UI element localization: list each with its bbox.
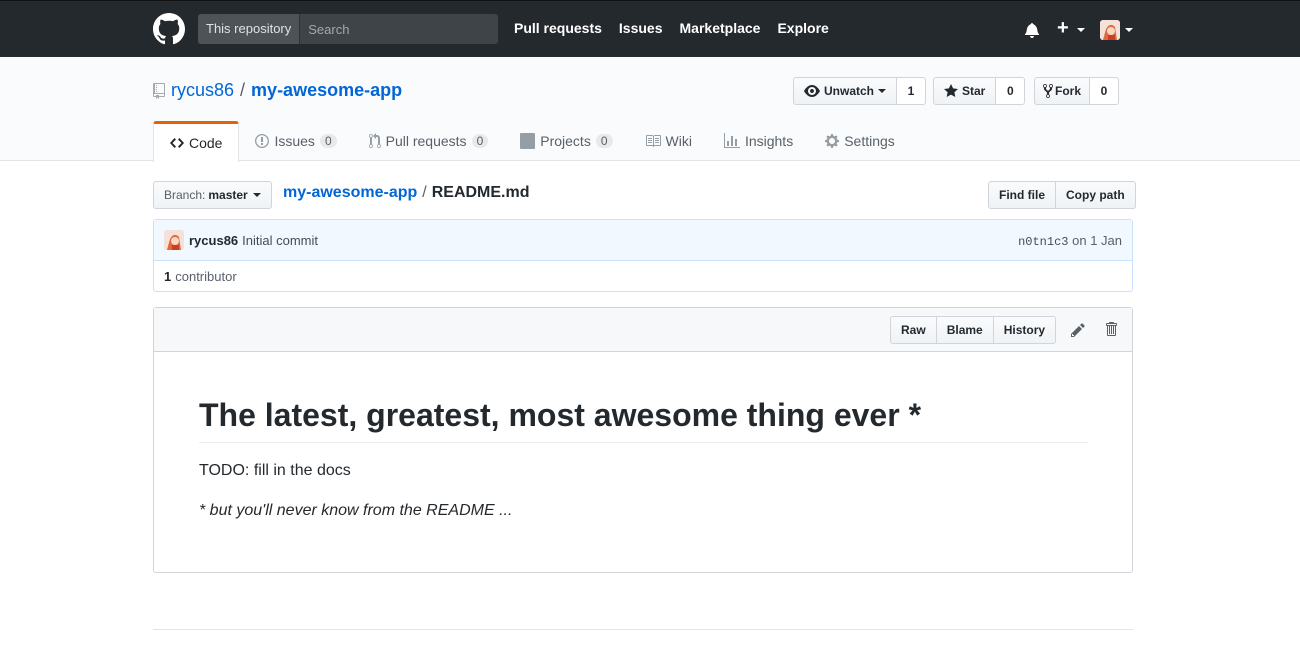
graph-icon	[723, 133, 740, 148]
tab-code[interactable]: Code	[153, 121, 240, 162]
commit-meta: n0tn1c3 on 1 Jan	[1018, 233, 1122, 249]
author-avatar[interactable]	[164, 230, 184, 250]
watchers-count[interactable]: 1	[897, 77, 927, 105]
path-separator: /	[240, 80, 246, 100]
tab-insights[interactable]: Insights	[708, 121, 809, 161]
projects-counter: 0	[595, 134, 613, 148]
code-icon	[170, 138, 184, 148]
commit-message-link[interactable]: Initial commit	[242, 233, 318, 248]
fork-icon	[1043, 83, 1053, 99]
forks-count[interactable]: 0	[1090, 77, 1120, 105]
tab-label: Projects	[540, 133, 591, 149]
fork-label: Fork	[1055, 84, 1082, 98]
branch-select-button[interactable]: Branch: master	[153, 181, 272, 209]
blame-button[interactable]: Blame	[936, 316, 994, 344]
avatar-image-icon	[1100, 20, 1120, 40]
search-scope-label[interactable]: This repository	[198, 14, 301, 44]
copy-path-button[interactable]: Copy path	[1056, 181, 1136, 209]
branch-name: master	[208, 188, 248, 202]
issue-icon	[255, 134, 270, 148]
breadcrumb: my-awesome-app / README.md	[283, 184, 530, 202]
repo-nav: Code Issues 0 Pull requests 0 Projects 0…	[153, 121, 911, 162]
raw-button[interactable]: Raw	[890, 316, 937, 344]
readme-heading: The latest, greatest, most awesome thing…	[199, 396, 1088, 443]
create-new-icon[interactable]: +	[1057, 18, 1069, 38]
nav-pull-requests[interactable]: Pull requests	[514, 20, 602, 36]
breadcrumb-filename: README.md	[431, 184, 530, 201]
global-header: This repository Pull requests Issues Mar…	[0, 0, 1300, 57]
trash-icon[interactable]	[1105, 321, 1117, 337]
nav-marketplace[interactable]: Marketplace	[680, 20, 761, 36]
bell-icon[interactable]	[1025, 22, 1039, 38]
find-file-button[interactable]: Find file	[988, 181, 1056, 209]
contributor-count: 1	[164, 269, 172, 284]
readme-footnote: * but you'll never know from the README …	[199, 502, 513, 519]
star-group: Star 0	[933, 77, 1026, 105]
issues-counter: 0	[319, 134, 337, 148]
footer-divider	[153, 629, 1133, 630]
fork-button[interactable]: Fork	[1034, 77, 1091, 105]
gear-icon	[825, 134, 840, 148]
file-nav-buttons: Find file Copy path	[988, 181, 1136, 209]
github-logo-icon[interactable]	[153, 13, 185, 45]
pull-requests-counter: 0	[471, 134, 489, 148]
commit-tease: rycus86 Initial commit n0tn1c3 on 1 Jan …	[153, 219, 1133, 292]
unwatch-button[interactable]: Unwatch	[793, 77, 898, 105]
tab-wiki[interactable]: Wiki	[629, 121, 708, 161]
commit-sha-link[interactable]: n0tn1c3	[1018, 235, 1068, 249]
chevron-down-icon	[878, 89, 887, 93]
file-header: Raw Blame History	[154, 308, 1132, 352]
repo-header: rycus86 / my-awesome-app Unwatch 1 Star …	[0, 57, 1300, 162]
eye-icon	[804, 85, 820, 97]
file-actions: Raw Blame History	[890, 316, 1057, 344]
file-viewer: Raw Blame History The latest, greatest, …	[153, 307, 1133, 573]
repo-icon	[153, 82, 165, 99]
latest-commit: rycus86 Initial commit n0tn1c3 on 1 Jan	[154, 220, 1132, 261]
search-input[interactable]	[300, 14, 498, 44]
tab-label: Insights	[744, 133, 794, 149]
tab-label: Issues	[274, 133, 315, 149]
repo-owner-link[interactable]: rycus86	[171, 80, 234, 101]
book-icon	[645, 135, 661, 147]
readme-body: TODO: fill in the docs	[199, 462, 351, 479]
history-button[interactable]: History	[993, 316, 1057, 344]
header-nav: Pull requests Issues Marketplace Explore	[514, 20, 829, 36]
chevron-down-icon	[252, 193, 261, 197]
repo-name-link[interactable]: my-awesome-app	[251, 80, 402, 101]
readme-content: The latest, greatest, most awesome thing…	[199, 396, 1088, 523]
stargazers-count[interactable]: 0	[996, 77, 1026, 105]
nav-issues[interactable]: Issues	[619, 20, 663, 36]
tab-issues[interactable]: Issues 0	[239, 121, 352, 161]
breadcrumb-separator: /	[422, 184, 427, 201]
tab-pull-requests[interactable]: Pull requests 0	[353, 121, 505, 161]
fork-group: Fork 0	[1034, 77, 1120, 105]
repo-title: rycus86 / my-awesome-app	[153, 80, 402, 101]
avatar-image-icon	[164, 230, 184, 250]
nav-explore[interactable]: Explore	[777, 20, 828, 36]
user-avatar[interactable]	[1100, 20, 1120, 40]
tab-label: Wiki	[665, 133, 692, 149]
contributor-label: contributor	[175, 269, 237, 284]
contributors-row[interactable]: 1 contributor	[154, 261, 1132, 292]
commit-author-link[interactable]: rycus86	[189, 233, 238, 248]
chevron-down-icon	[1077, 28, 1085, 32]
search-box: This repository	[198, 14, 498, 44]
star-icon	[944, 84, 958, 97]
breadcrumb-repo-link[interactable]: my-awesome-app	[283, 184, 417, 201]
commit-date: on 1 Jan	[1072, 233, 1122, 248]
tab-projects[interactable]: Projects 0	[504, 121, 628, 161]
project-icon	[520, 133, 536, 149]
tab-label: Pull requests	[385, 133, 467, 149]
unwatch-label: Unwatch	[824, 84, 875, 98]
tab-settings[interactable]: Settings	[809, 121, 911, 161]
watch-group: Unwatch 1	[793, 77, 927, 105]
pencil-icon[interactable]	[1071, 322, 1085, 338]
tab-label: Settings	[844, 133, 895, 149]
chevron-down-icon	[1125, 28, 1133, 32]
pull-request-icon	[368, 133, 381, 148]
branch-prefix: Branch:	[164, 188, 206, 202]
star-label: Star	[962, 84, 986, 98]
tab-label: Code	[189, 135, 223, 151]
star-button[interactable]: Star	[933, 77, 997, 105]
